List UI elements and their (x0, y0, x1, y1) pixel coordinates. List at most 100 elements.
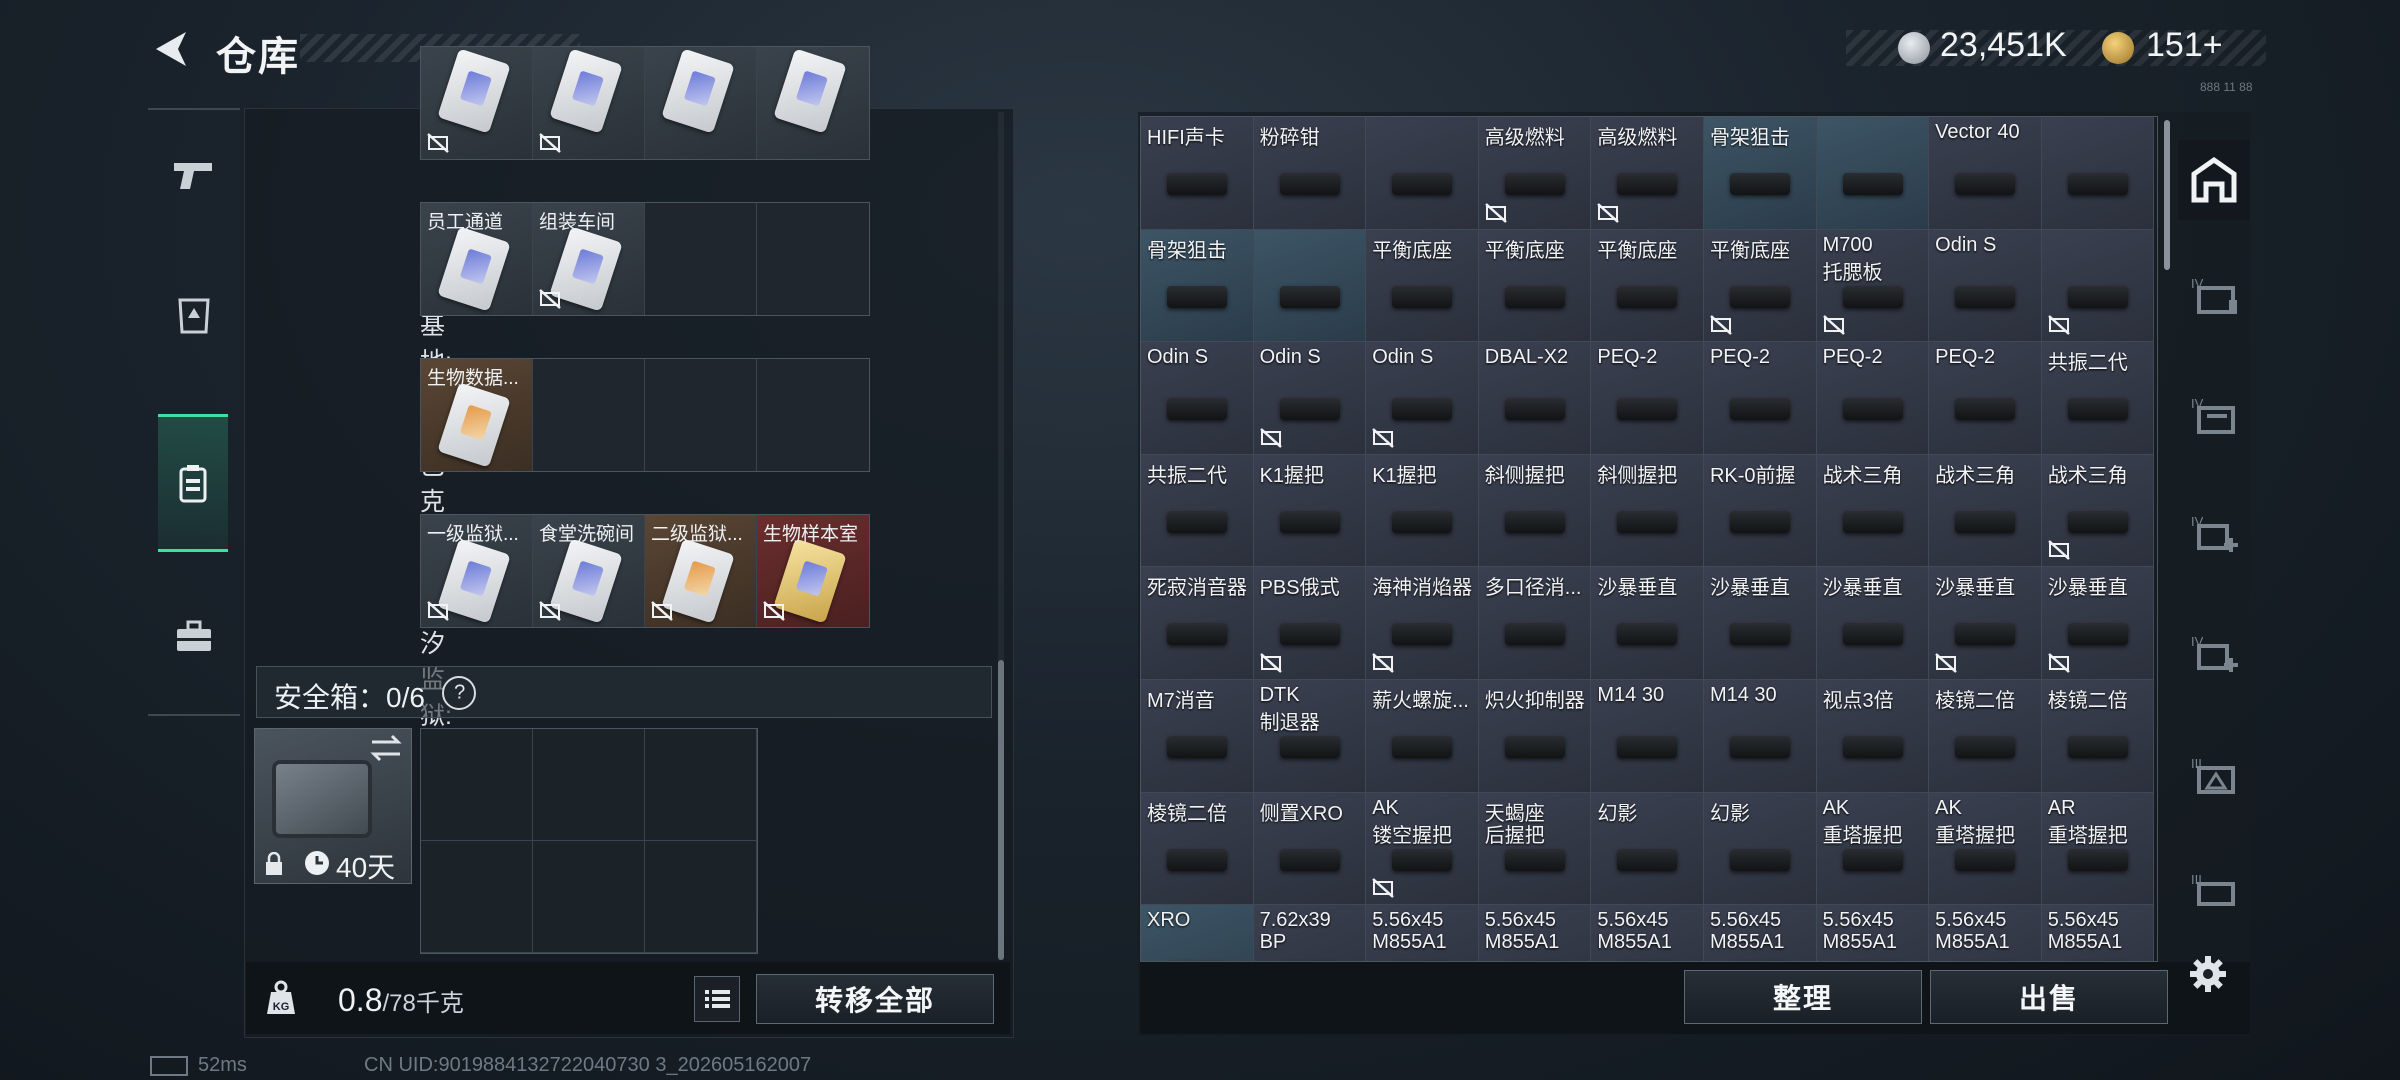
inventory-item[interactable]: 骨架狙击 (1141, 229, 1254, 343)
inventory-item[interactable]: 海神消焰器 (1366, 567, 1479, 680)
inventory-item[interactable]: 平衡底座 (1366, 229, 1479, 343)
inventory-item[interactable]: 沙暴垂直 (2041, 567, 2155, 680)
inventory-item[interactable]: PEQ-2 (1929, 342, 2042, 455)
inventory-item[interactable]: HIFI声卡 (1141, 117, 1254, 230)
inventory-item[interactable]: 天蝎座 后握把 (1478, 792, 1592, 906)
keycard-slot[interactable] (533, 47, 645, 159)
keycard-slot[interactable]: 组装车间 (533, 203, 645, 315)
nav-weapons[interactable] (148, 110, 240, 242)
inventory-item[interactable]: 斜侧握把 (1591, 454, 1704, 568)
inventory-item[interactable]: 斜侧握把 (1478, 454, 1592, 568)
inventory-item[interactable]: PBS俄式 (1253, 567, 1367, 680)
inventory-item[interactable]: 共振二代 (2041, 342, 2155, 455)
nav-armor[interactable] (148, 250, 240, 382)
safe-slot[interactable] (645, 729, 757, 841)
inventory-item[interactable]: RK-0前握 (1703, 454, 1817, 568)
inventory-item[interactable]: 7.62x39 BP (1253, 905, 1367, 961)
safe-slot[interactable] (533, 841, 645, 953)
inventory-item[interactable]: AK 镂空握把 (1366, 792, 1479, 906)
inventory-item[interactable]: 多口径消... (1478, 567, 1592, 680)
inventory-item[interactable]: Odin S (1141, 342, 1254, 455)
currency-gold[interactable]: 151+ (2146, 26, 2223, 65)
keycard-slot[interactable]: 员工通道 (421, 203, 533, 315)
inventory-item[interactable]: 死寂消音器 (1141, 567, 1254, 680)
inventory-item[interactable]: 沙暴垂直 (1929, 567, 2042, 680)
nav-case[interactable] (148, 570, 240, 702)
inventory-item[interactable] (1816, 117, 1930, 230)
inventory-item[interactable]: 棱镜二倍 (1929, 679, 2042, 793)
inventory-item[interactable]: 战术三角 (1929, 454, 2042, 568)
inventory-item[interactable]: AR 重塔握把 (2041, 792, 2155, 906)
safe-slot[interactable] (645, 841, 757, 953)
inventory-item[interactable]: 平衡底座 (1703, 229, 1817, 343)
inventory-item[interactable]: K1握把 (1366, 454, 1479, 568)
inventory-item[interactable]: Odin S (1253, 342, 1367, 455)
safe-slot[interactable] (421, 729, 533, 841)
tab-storage-iv-1[interactable]: IV (2178, 250, 2250, 340)
settings-gear-icon[interactable] (2188, 954, 2228, 994)
sort-button[interactable]: 整理 (1684, 970, 1922, 1024)
keycard-slot[interactable] (645, 47, 757, 159)
inventory-item[interactable]: 骨架狙击 (1703, 117, 1817, 230)
inventory-item[interactable]: 棱镜二倍 (2041, 679, 2155, 793)
tab-storage-add-2[interactable]: IV (2178, 608, 2250, 698)
inventory-item[interactable] (1253, 229, 1367, 343)
inventory-item[interactable]: 高级燃料 (1478, 117, 1592, 230)
keycard-slot[interactable] (421, 47, 533, 159)
inventory-item[interactable]: M14 30 (1703, 679, 1817, 793)
inventory-item[interactable]: 侧置XRO (1253, 792, 1367, 906)
inventory-item[interactable]: 沙暴垂直 (1703, 567, 1817, 680)
inventory-item[interactable]: 炽火抑制器 (1478, 679, 1592, 793)
inventory-item[interactable]: M14 30 (1591, 679, 1704, 793)
inventory-item[interactable]: Vector 40 (1929, 117, 2042, 230)
inventory-item[interactable]: 幻影 (1591, 792, 1704, 906)
left-scrollbar[interactable] (998, 660, 1004, 960)
keycard-slot[interactable] (645, 359, 757, 471)
tab-home-storage[interactable] (2178, 140, 2250, 220)
inventory-item[interactable]: Odin S (1366, 342, 1479, 455)
nav-keycards[interactable] (158, 414, 228, 552)
tab-storage-iv-2[interactable]: IV (2178, 370, 2250, 460)
inventory-item[interactable]: XRO (1141, 905, 1254, 961)
inventory-item[interactable]: 战术三角 (1816, 454, 1930, 568)
keycard-slot[interactable]: 食堂洗碗间 (533, 515, 645, 627)
keycard-slot[interactable]: 生物数据... (421, 359, 533, 471)
inventory-item[interactable]: 平衡底座 (1591, 229, 1704, 343)
inventory-item[interactable]: 沙暴垂直 (1591, 567, 1704, 680)
inventory-item[interactable]: Odin S (1929, 229, 2042, 343)
keycard-slot[interactable]: 生物样本室 (757, 515, 869, 627)
transfer-all-button[interactable]: 转移全部 (756, 974, 994, 1024)
safe-slot[interactable] (533, 729, 645, 841)
inventory-item[interactable]: PEQ-2 (1703, 342, 1817, 455)
inventory-item[interactable] (1366, 117, 1479, 230)
inventory-item[interactable]: 高级燃料 (1591, 117, 1704, 230)
inventory-item[interactable] (2041, 229, 2155, 343)
safe-slot[interactable] (421, 841, 533, 953)
inventory-item[interactable]: K1握把 (1253, 454, 1367, 568)
inventory-item[interactable]: AK 重塔握把 (1929, 792, 2042, 906)
keycard-slot[interactable]: 一级监狱... (421, 515, 533, 627)
inventory-item[interactable]: 5.56x45 M855A1 (1816, 905, 1930, 961)
inventory-item[interactable]: 幻影 (1703, 792, 1817, 906)
inventory-item[interactable]: 5.56x45 M855A1 (2041, 905, 2155, 961)
inventory-item[interactable]: 5.56x45 M855A1 (1591, 905, 1704, 961)
inventory-item[interactable]: DBAL-X2 (1478, 342, 1592, 455)
keycard-slot[interactable] (533, 359, 645, 471)
inventory-item[interactable]: 5.56x45 M855A1 (1703, 905, 1817, 961)
swap-icon[interactable] (368, 732, 404, 764)
inventory-item[interactable]: M700 托腮板 (1816, 229, 1930, 343)
keycard-slot[interactable] (757, 359, 869, 471)
inventory-item[interactable]: M7消音 (1141, 679, 1254, 793)
inventory-item[interactable]: 棱镜二倍 (1141, 792, 1254, 906)
inventory-scrollbar[interactable] (2164, 120, 2170, 270)
tab-storage-iii-1[interactable]: III (2178, 730, 2250, 820)
inventory-item[interactable]: 共振二代 (1141, 454, 1254, 568)
inventory-item[interactable]: AK 重塔握把 (1816, 792, 1930, 906)
inventory-item[interactable]: 平衡底座 (1478, 229, 1592, 343)
inventory-item[interactable]: PEQ-2 (1816, 342, 1930, 455)
safe-box-grid[interactable] (420, 728, 758, 954)
tab-storage-iii-2[interactable]: III (2178, 846, 2250, 936)
inventory-item[interactable]: 薪火螺旋... (1366, 679, 1479, 793)
inventory-item[interactable] (2041, 117, 2155, 230)
keycard-slot[interactable] (757, 203, 869, 315)
